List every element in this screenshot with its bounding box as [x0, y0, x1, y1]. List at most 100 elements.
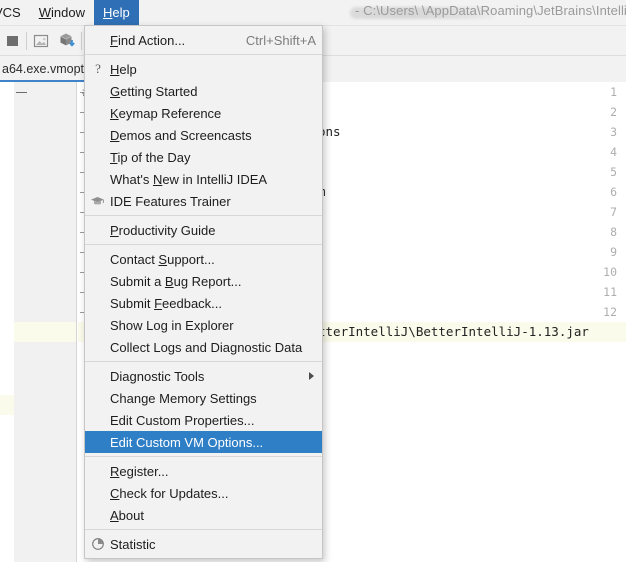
line-number: 4 — [610, 145, 617, 159]
menu-item-label: Find Action... — [110, 32, 186, 48]
menu-item-submit-feedback[interactable]: Submit Feedback... — [85, 292, 322, 314]
menu-icon-placeholder — [85, 124, 110, 146]
menu-icon-placeholder — [85, 80, 110, 102]
menu-item-label: Statistic — [110, 536, 156, 552]
menu-icon-placeholder — [85, 387, 110, 409]
menu-separator — [85, 215, 322, 216]
menu-icon-placeholder — [85, 29, 110, 51]
menu-item-label: Submit a Bug Report... — [110, 273, 242, 289]
menubar-item-help-mnemonic: H — [102, 4, 113, 20]
menu-item-label: Edit Custom VM Options... — [110, 434, 264, 450]
menu-separator — [85, 54, 322, 55]
menu-item-label: What's New in IntelliJ IDEA — [110, 171, 268, 187]
menu-item-collect-logs-and-diagnostic-data[interactable]: Collect Logs and Diagnostic Data — [85, 336, 322, 358]
menubar-item-help[interactable]: Help — [93, 0, 139, 26]
stop-icon[interactable] — [2, 30, 24, 52]
menu-item-register[interactable]: Register... — [85, 460, 322, 482]
menu-icon-placeholder — [85, 248, 110, 270]
line-number: 5 — [610, 165, 617, 179]
line-number: 11 — [603, 285, 617, 299]
menu-item-label: Check for Updates... — [110, 485, 229, 501]
window-title-path: - C:\Users\ \AppData\Roaming\JetBrains\I… — [355, 3, 626, 18]
menu-icon-placeholder — [85, 146, 110, 168]
menu-item-getting-started[interactable]: Getting Started — [85, 80, 322, 102]
menu-item-demos-and-screencasts[interactable]: Demos and Screencasts — [85, 124, 322, 146]
package-download-icon[interactable] — [56, 30, 78, 52]
menu-item-check-for-updates[interactable]: Check for Updates... — [85, 482, 322, 504]
menu-icon-placeholder — [85, 292, 110, 314]
menu-item-edit-custom-properties[interactable]: Edit Custom Properties... — [85, 409, 322, 431]
menu-separator — [85, 361, 322, 362]
menubar-item-window[interactable]: Window — [30, 0, 94, 26]
menu-item-contact-support[interactable]: Contact Support... — [85, 248, 322, 270]
menu-item-label: Keymap Reference — [110, 105, 222, 121]
menu-item-whats-new-in-intellij-idea[interactable]: What's New in IntelliJ IDEA — [85, 168, 322, 190]
menu-icon-placeholder — [85, 460, 110, 482]
menu-item-label: About — [110, 507, 144, 523]
menubar-item-vcs[interactable]: VCS — [0, 0, 30, 26]
menu-item-label: IDE Features Trainer — [110, 193, 231, 209]
editor-tab[interactable]: a64.exe.vmopt — [0, 56, 91, 82]
line-number: 8 — [610, 225, 617, 239]
menu-icon-placeholder — [85, 482, 110, 504]
chevron-right-icon — [309, 372, 314, 380]
toolbar-separator-1 — [26, 32, 27, 50]
menu-item-label: Productivity Guide — [110, 222, 216, 238]
menu-item-label: Edit Custom Properties... — [110, 412, 255, 428]
menu-item-show-log-in-explorer[interactable]: Show Log in Explorer — [85, 314, 322, 336]
menu-item-label: Submit Feedback... — [110, 295, 223, 311]
menu-item-label: Tip of the Day — [110, 149, 191, 165]
help-dropdown-menu[interactable]: Find Action... Ctrl+Shift+A? Help Getting S… — [84, 25, 323, 559]
menu-item-label: Change Memory Settings — [110, 390, 257, 406]
menu-icon-placeholder — [85, 168, 110, 190]
menu-item-label: Register... — [110, 463, 169, 479]
menubar-item-window-label: indow — [51, 4, 85, 20]
menu-icon-placeholder — [85, 336, 110, 358]
menu-item-label: Collect Logs and Diagnostic Data — [110, 339, 303, 355]
toolbar-separator-2 — [81, 32, 82, 50]
menu-icon-placeholder — [85, 314, 110, 336]
menu-icon-placeholder — [85, 219, 110, 241]
line-number: 1 — [610, 85, 617, 99]
menu-item-label: Diagnostic Tools — [110, 368, 205, 384]
editor-tab-label: a64.exe.vmopt — [2, 62, 84, 76]
menu-item-submit-a-bug-report[interactable]: Submit a Bug Report... — [85, 270, 322, 292]
svg-text:?: ? — [95, 62, 101, 76]
collapse-all-control[interactable] — [16, 92, 27, 93]
line-number: 3 — [610, 125, 617, 139]
screenshot-icon[interactable] — [30, 30, 52, 52]
editor-gutter[interactable] — [14, 82, 77, 562]
line-number: 2 — [610, 105, 617, 119]
pie-chart-icon — [85, 533, 110, 555]
menu-item-keymap-reference[interactable]: Keymap Reference — [85, 102, 322, 124]
menu-item-statistic[interactable]: Statistic — [85, 533, 322, 555]
line-number: 6 — [610, 185, 617, 199]
menu-item-change-memory-settings[interactable]: Change Memory Settings — [85, 387, 322, 409]
menu-icon-placeholder — [85, 431, 110, 453]
menu-item-label: Help — [110, 61, 137, 77]
menu-item-productivity-guide[interactable]: Productivity Guide — [85, 219, 322, 241]
question-mark-icon: ? — [85, 58, 110, 80]
menu-icon-placeholder — [85, 365, 110, 387]
gutter-current-line-highlight — [14, 322, 76, 342]
line-number: 7 — [610, 205, 617, 219]
menu-item-tip-of-the-day[interactable]: Tip of the Day — [85, 146, 322, 168]
menu-item-label: Show Log in Explorer — [110, 317, 234, 333]
left-highlight-strip — [0, 395, 14, 415]
menubar-item-window-mnemonic: W — [38, 4, 52, 20]
menu-item-help[interactable]: ? Help — [85, 58, 322, 80]
menu-item-find-action[interactable]: Find Action... Ctrl+Shift+A — [85, 29, 322, 51]
graduation-cap-icon — [85, 190, 110, 212]
menu-item-diagnostic-tools[interactable]: Diagnostic Tools — [85, 365, 322, 387]
menu-item-label: Contact Support... — [110, 251, 215, 267]
menu-item-ide-features-trainer[interactable]: IDE Features Trainer — [85, 190, 322, 212]
menu-separator — [85, 529, 322, 530]
menu-icon-placeholder — [85, 270, 110, 292]
line-number: 9 — [610, 245, 617, 259]
menu-item-about[interactable]: About — [85, 504, 322, 526]
menubar-item-help-label: elp — [112, 4, 130, 20]
menu-item-edit-custom-vm-options[interactable]: Edit Custom VM Options... — [85, 431, 322, 453]
menubar-item-vcs-label: VCS — [0, 4, 21, 20]
code-line: tterIntelliJ\BetterIntelliJ-1.13.jar — [318, 324, 589, 339]
menu-item-label: Demos and Screencasts — [110, 127, 252, 143]
